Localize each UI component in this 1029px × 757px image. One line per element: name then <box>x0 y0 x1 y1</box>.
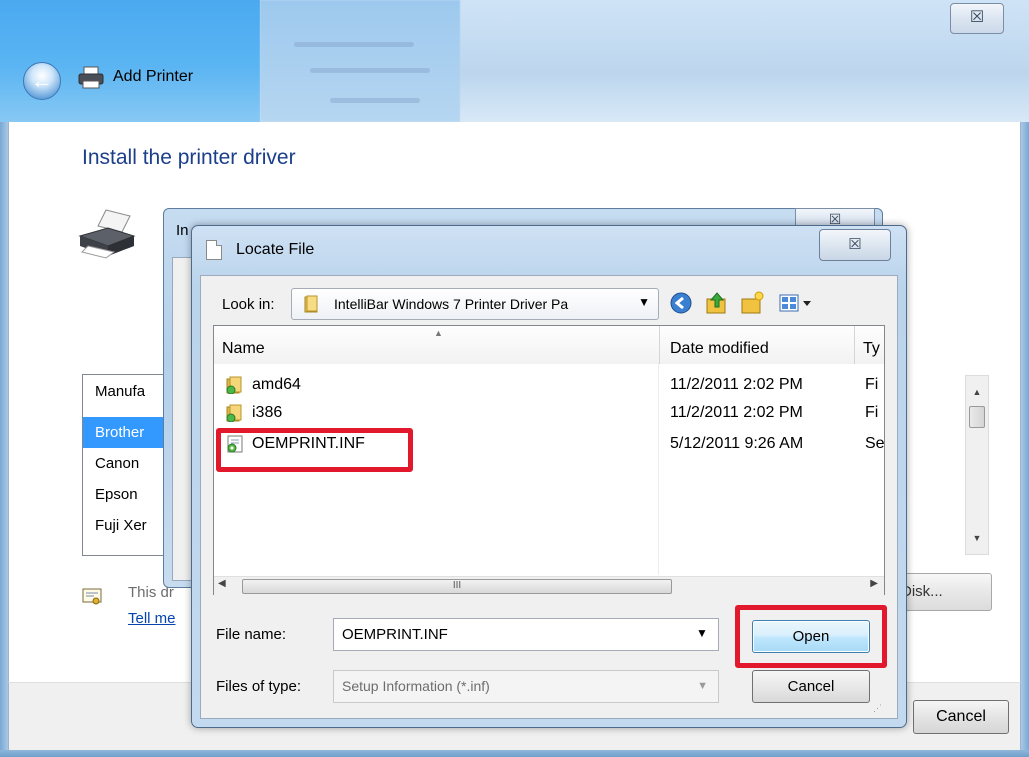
file-name-input[interactable] <box>333 618 719 651</box>
file-list[interactable]: ▲ Name Date modified Ty amd64 11/2/2011 … <box>213 325 885 595</box>
table-row[interactable]: i386 11/2/2011 2:02 PM Fi <box>214 400 884 428</box>
column-header-type[interactable]: Ty <box>855 326 884 364</box>
printer-icon <box>78 66 104 89</box>
scroll-up-icon[interactable]: ▲ <box>966 382 988 402</box>
file-type-cell: Se <box>865 435 885 452</box>
table-row[interactable]: OEMPRINT.INF 5/12/2011 9:26 AM Se <box>214 431 885 459</box>
window-frame-left <box>0 122 8 750</box>
back-arrow-icon: ← <box>31 68 53 93</box>
column-label: Name <box>222 340 265 357</box>
folder-icon <box>226 376 242 394</box>
horizontal-scrollbar[interactable]: ◀ III ▶ <box>214 576 884 595</box>
scroll-right-icon[interactable]: ▶ <box>870 578 878 589</box>
column-header-date[interactable]: Date modified <box>660 326 855 364</box>
wizard-title: Add Printer <box>113 68 194 85</box>
column-divider <box>658 363 659 575</box>
look-in-dropdown[interactable]: IntelliBar Windows 7 Printer Driver Pa ▼ <box>291 288 659 320</box>
view-menu-icon[interactable] <box>778 290 818 316</box>
file-date-cell: 5/12/2011 9:26 AM <box>670 435 804 452</box>
chevron-down-icon: ▼ <box>638 295 650 309</box>
back-button[interactable]: ← <box>23 62 61 100</box>
resize-grip-icon[interactable]: ⋰ <box>873 703 882 714</box>
dialog-title: Locate File <box>236 241 315 258</box>
file-name-cell: i386 <box>252 404 283 421</box>
model-list-scrollbar[interactable]: ▲ ▼ <box>965 375 989 555</box>
up-folder-icon[interactable] <box>704 290 730 316</box>
cancel-button[interactable]: Cancel <box>752 670 870 703</box>
new-folder-icon[interactable] <box>740 290 766 316</box>
folder-icon <box>304 295 318 313</box>
locate-close-button[interactable]: ☒ <box>819 229 891 261</box>
close-icon: ☒ <box>848 236 862 253</box>
document-icon <box>206 240 222 260</box>
chevron-down-icon[interactable]: ▼ <box>696 626 708 640</box>
inf-file-icon <box>227 435 243 453</box>
file-type-cell: Fi <box>865 376 879 393</box>
back-nav-icon[interactable] <box>668 290 694 316</box>
look-in-label: Look in: <box>222 296 275 313</box>
column-header-name[interactable]: ▲ Name <box>214 326 660 364</box>
scroll-left-icon[interactable]: ◀ <box>218 578 226 589</box>
page-heading: Install the printer driver <box>82 146 296 169</box>
wizard-title-bar <box>0 0 1029 122</box>
file-type-value: Setup Information (*.inf) <box>342 678 490 694</box>
tell-me-link[interactable]: Tell me <box>128 610 176 627</box>
open-button[interactable]: Open <box>752 620 870 653</box>
scroll-thumb[interactable] <box>969 406 985 428</box>
file-type-cell: Fi <box>865 404 879 421</box>
file-name-cell: OEMPRINT.INF <box>252 435 365 452</box>
scroll-down-icon[interactable]: ▼ <box>966 528 988 548</box>
file-name-cell: amd64 <box>252 376 301 393</box>
table-row[interactable]: amd64 11/2/2011 2:02 PM Fi <box>214 372 884 400</box>
install-dialog-title: In <box>176 222 189 239</box>
file-date-cell: 11/2/2011 2:02 PM <box>670 404 803 421</box>
file-date-cell: 11/2/2011 2:02 PM <box>670 376 803 393</box>
file-type-label: Files of type: <box>216 678 302 695</box>
file-name-label: File name: <box>216 626 287 643</box>
folder-icon <box>226 404 242 422</box>
window-frame-bottom <box>0 750 1029 757</box>
certificate-icon <box>82 588 102 605</box>
scroll-thumb[interactable]: III <box>242 579 672 594</box>
wizard-cancel-button[interactable]: Cancel <box>913 700 1009 734</box>
chevron-down-icon: ▼ <box>697 680 708 692</box>
close-icon: ☒ <box>969 9 985 26</box>
file-type-dropdown[interactable]: Setup Information (*.inf) ▼ <box>333 670 719 703</box>
printer-large-icon <box>78 209 136 259</box>
look-in-value: IntelliBar Windows 7 Printer Driver Pa <box>334 296 569 312</box>
sort-up-icon: ▲ <box>434 328 443 338</box>
wizard-close-button[interactable]: ☒ <box>950 3 1004 34</box>
window-frame-right <box>1021 122 1029 750</box>
